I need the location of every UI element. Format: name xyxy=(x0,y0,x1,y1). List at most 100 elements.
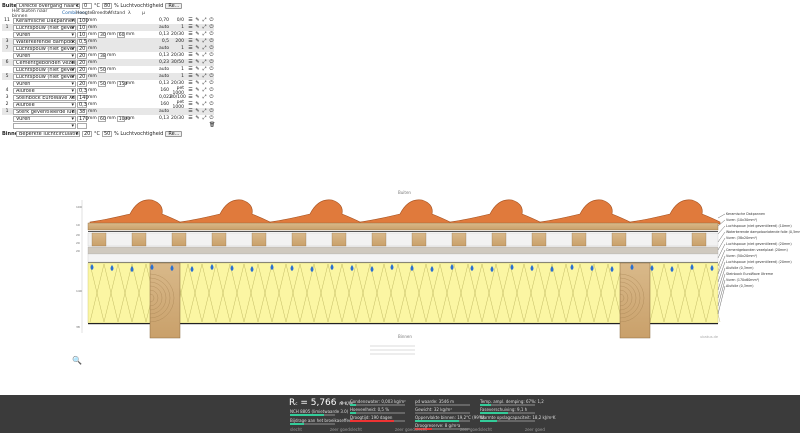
inside-select[interactable]: Beperkte luchtcirculatie xyxy=(16,131,80,137)
layer-row[interactable]: Vuren10mm30mm60mm0,1320/30 ☰ ✎ ⤢ ⏻ xyxy=(2,31,214,38)
layer-row[interactable]: Vuren170mm60mm1000mm0,1320/30 ☰ ✎ ⤢ ⏻ xyxy=(2,115,214,122)
material-select[interactable]: Alufolie xyxy=(13,87,76,94)
inside-rh-input[interactable]: 50 xyxy=(102,131,112,137)
inside-refresh-button[interactable]: Re... xyxy=(165,131,183,137)
material-select[interactable]: Keramische Dakpannen xyxy=(13,17,76,24)
thickness-input[interactable]: 20 xyxy=(77,80,87,87)
layer-row[interactable]: Vuren20mm38mm0,1320/30 ☰ ✎ ⤢ ⏻ xyxy=(2,52,214,59)
edit-icon[interactable]: ✎ xyxy=(195,32,200,37)
layer-row[interactable]: 11Keramische Dakpannen100mm 0,70 0/0 ☰ ✎ ⤢… xyxy=(2,17,214,24)
move-icon[interactable]: ⤢ xyxy=(202,81,207,86)
material-select[interactable]: Luchtspouw (niet geventileerd) xyxy=(13,24,76,31)
move-icon[interactable]: ⤢ xyxy=(202,60,207,65)
power-icon[interactable]: ⏻ xyxy=(209,32,214,37)
dimension-input[interactable]: 1000 xyxy=(116,115,130,122)
edit-icon[interactable]: ✎ xyxy=(195,81,200,86)
inside-temp-input[interactable]: 20 xyxy=(82,131,92,137)
list-icon[interactable]: ☰ xyxy=(188,39,193,44)
move-icon[interactable]: ⤢ xyxy=(202,116,207,121)
power-icon[interactable]: ⏻ xyxy=(209,95,214,100)
list-icon[interactable]: ☰ xyxy=(188,88,193,93)
list-icon[interactable]: ☰ xyxy=(188,60,193,65)
list-icon[interactable]: ☰ xyxy=(188,25,193,30)
move-icon[interactable]: ⤢ xyxy=(202,67,207,72)
thickness-input[interactable]: 100 xyxy=(77,17,89,24)
trash-icon[interactable]: 🗑 xyxy=(209,123,215,128)
material-select[interactable] xyxy=(13,122,76,129)
thickness-input[interactable]: 20 xyxy=(77,52,87,59)
list-icon[interactable]: ☰ xyxy=(188,18,193,23)
move-icon[interactable]: ⤢ xyxy=(202,95,207,100)
edit-icon[interactable]: ✎ xyxy=(195,109,200,114)
zoom-icon[interactable]: 🔍 xyxy=(72,356,82,365)
thickness-input[interactable] xyxy=(77,122,87,129)
layer-row[interactable]: 5 Luchtspouw (niet geventileerd)20mm auto 1… xyxy=(2,73,214,80)
power-icon[interactable]: ⏻ xyxy=(209,39,214,44)
move-icon[interactable]: ⤢ xyxy=(202,39,207,44)
dimension-input[interactable]: 38 xyxy=(98,52,106,59)
power-icon[interactable]: ⏻ xyxy=(209,74,214,79)
material-select[interactable]: Luchtspouw (niet geventileerd) xyxy=(13,73,76,80)
outside-refresh-button[interactable]: Re... xyxy=(165,3,183,9)
material-select[interactable]: Vuren xyxy=(13,80,76,87)
move-icon[interactable]: ⤢ xyxy=(202,25,207,30)
edit-icon[interactable]: ✎ xyxy=(195,25,200,30)
edit-icon[interactable]: ✎ xyxy=(195,102,200,107)
edit-icon[interactable]: ✎ xyxy=(195,39,200,44)
thickness-input[interactable]: 10 xyxy=(77,31,87,38)
thickness-input[interactable]: 0,3 xyxy=(77,87,87,94)
outside-select[interactable]: Directe overgang naar buitenlucht xyxy=(16,3,80,9)
move-icon[interactable]: ⤢ xyxy=(202,32,207,37)
list-icon[interactable]: ☰ xyxy=(188,109,193,114)
edit-icon[interactable]: ✎ xyxy=(195,18,200,23)
dimension-input[interactable]: 50 xyxy=(98,66,106,73)
outside-temp-input[interactable]: 0 xyxy=(82,3,92,9)
material-select[interactable]: Alufolie xyxy=(13,101,76,108)
move-icon[interactable]: ⤢ xyxy=(202,53,207,58)
thickness-input[interactable]: 20 xyxy=(77,59,87,66)
thickness-input[interactable]: 170 xyxy=(77,115,89,122)
power-icon[interactable]: ⏻ xyxy=(209,102,214,107)
material-select[interactable]: Vuren xyxy=(13,52,76,59)
power-icon[interactable]: ⏻ xyxy=(209,18,214,23)
layer-row[interactable]: 4Alufolie0,3mm160pet 1000 ☰ ✎ ⤢ ⏻ xyxy=(2,86,214,96)
power-icon[interactable]: ⏻ xyxy=(209,53,214,58)
power-icon[interactable]: ⏻ xyxy=(209,88,214,93)
move-icon[interactable]: ⤢ xyxy=(202,18,207,23)
material-select[interactable]: Steinbock EuroWave Xtreme xyxy=(13,94,76,101)
layer-row[interactable]: 3Waterkerende dampdoorlatende folie0,5mm… xyxy=(2,38,214,45)
move-icon[interactable]: ⤢ xyxy=(202,74,207,79)
list-icon[interactable]: ☰ xyxy=(188,32,193,37)
edit-icon[interactable]: ✎ xyxy=(195,46,200,51)
layer-row[interactable]: 1 Sterk geventileerde luchtlaag (binnen)3… xyxy=(2,108,214,115)
edit-icon[interactable]: ✎ xyxy=(195,88,200,93)
material-select[interactable]: Luchtspouw (niet geventileerd) xyxy=(13,45,76,52)
material-select[interactable]: Vuren xyxy=(13,115,76,122)
list-icon[interactable]: ☰ xyxy=(188,53,193,58)
power-icon[interactable]: ⏻ xyxy=(209,46,214,51)
edit-icon[interactable]: ✎ xyxy=(195,116,200,121)
layer-row[interactable]: 1 Luchtspouw (niet geventileerd)10mm auto 1… xyxy=(2,24,214,31)
layer-row[interactable]: Luchtspouw (niet geventileerd)20mm50mmau… xyxy=(2,66,214,73)
thickness-input[interactable]: 140 xyxy=(77,94,89,101)
thickness-input[interactable]: 0,3 xyxy=(77,101,87,108)
dimension-input[interactable]: 60 xyxy=(116,31,125,38)
material-select[interactable]: Sterk geventileerde luchtlaag (binnen) xyxy=(13,108,76,115)
power-icon[interactable]: ⏻ xyxy=(209,67,214,72)
thickness-input[interactable]: 20 xyxy=(77,45,87,52)
material-select[interactable]: Luchtspouw (niet geventileerd) xyxy=(13,66,76,73)
power-icon[interactable]: ⏻ xyxy=(209,109,214,114)
edit-icon[interactable]: ✎ xyxy=(195,74,200,79)
dimension-input[interactable]: 60 xyxy=(98,115,106,122)
thickness-input[interactable]: 0,5 xyxy=(77,38,87,45)
dimension-input[interactable]: 50 xyxy=(98,80,106,87)
layer-row[interactable]: 7 Luchtspouw (niet geventileerd)20mm auto 1… xyxy=(2,45,214,52)
power-icon[interactable]: ⏻ xyxy=(209,60,214,65)
thickness-input[interactable]: 38 xyxy=(77,108,87,115)
list-icon[interactable]: ☰ xyxy=(188,102,193,107)
list-icon[interactable]: ☰ xyxy=(188,67,193,72)
list-icon[interactable]: ☰ xyxy=(188,116,193,121)
thickness-input[interactable]: 20 xyxy=(77,66,87,73)
layer-row[interactable]: 6Cementgebonden vezelplaat20mm0,2330/50 … xyxy=(2,59,214,66)
outside-rh-input[interactable]: 80 xyxy=(102,3,112,9)
